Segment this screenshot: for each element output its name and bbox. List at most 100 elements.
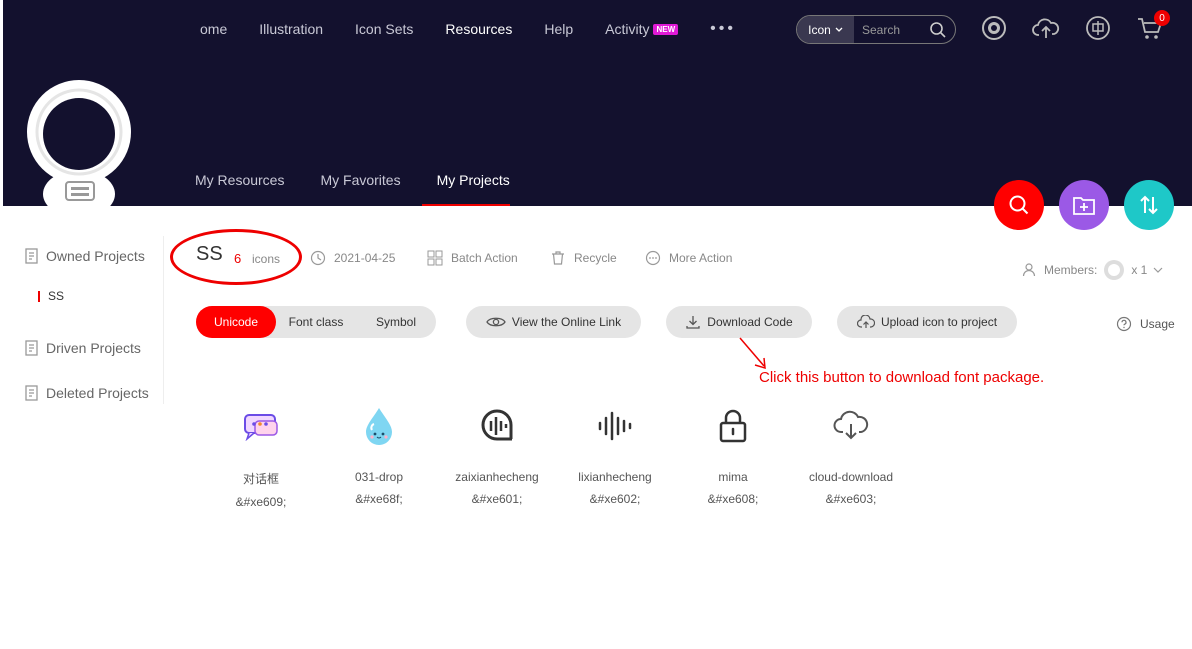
recycle-button[interactable]: Recycle xyxy=(550,250,617,266)
upload-icon-label: Upload icon to project xyxy=(880,315,998,329)
icon-code: &#xe609; xyxy=(235,495,287,509)
search-type-select[interactable]: Icon xyxy=(797,16,854,43)
icon-name: 031-drop xyxy=(354,470,404,484)
sidebar-item-deleted[interactable]: Deleted Projects xyxy=(24,385,149,401)
new-folder-fab-button[interactable] xyxy=(1059,180,1109,230)
nav-illustration[interactable]: Illustration xyxy=(259,21,323,37)
nav-resources[interactable]: Resources xyxy=(445,21,512,37)
cart-count-badge: 0 xyxy=(1154,10,1170,26)
nav-activity[interactable]: Activity NEW xyxy=(605,21,679,37)
members-control[interactable]: Members: x 1 xyxy=(1022,259,1163,281)
icon-count-label: icons xyxy=(252,252,281,266)
chat-bubble-icon xyxy=(202,400,320,452)
document-icon xyxy=(25,248,38,264)
search-input[interactable]: Search xyxy=(854,23,929,37)
project-date-value: 2021-04-25 xyxy=(334,251,396,265)
batch-action-label: Batch Action xyxy=(451,251,518,265)
sidebar-item-owned[interactable]: Owned Projects xyxy=(24,248,145,264)
icon-card[interactable]: lixianhecheng &#xe602; xyxy=(556,400,674,506)
project-title: SS xyxy=(196,243,223,265)
icon-card[interactable]: mima &#xe608; xyxy=(674,400,792,506)
nav-activity-label: Activity xyxy=(605,21,650,37)
search-fab-button[interactable] xyxy=(994,180,1044,230)
icon-card[interactable]: 对话框 &#xe609; xyxy=(202,400,320,509)
icon-code: &#xe68f; xyxy=(355,492,403,506)
chevron-down-icon xyxy=(1153,267,1163,273)
question-circle-icon xyxy=(1116,316,1132,332)
view-online-link-label: View the Online Link xyxy=(511,315,622,329)
tab-my-favorites[interactable]: My Favorites xyxy=(320,172,400,188)
document-icon xyxy=(25,385,38,401)
annotation-arrow xyxy=(739,337,766,370)
profile-tabs: My Resources My Favorites My Projects xyxy=(195,172,510,188)
sidebar-item-label: Deleted Projects xyxy=(46,385,149,401)
clock-icon xyxy=(310,250,326,266)
download-icon xyxy=(686,316,700,329)
icon-name: mima xyxy=(718,470,748,484)
grid-icon xyxy=(427,250,443,266)
recycle-label: Recycle xyxy=(574,251,617,265)
left-edge xyxy=(0,0,3,649)
more-circle-icon xyxy=(645,250,661,266)
project-date: 2021-04-25 xyxy=(310,250,395,266)
sidebar-project-label: SS xyxy=(48,289,65,303)
more-action-button[interactable]: More Action xyxy=(645,250,732,266)
upload-icon-button[interactable]: Upload icon to project xyxy=(837,306,1017,338)
header-actions: 0 xyxy=(980,10,1170,42)
sidebar-item-label: Owned Projects xyxy=(46,248,145,264)
nav-icon-sets[interactable]: Icon Sets xyxy=(355,21,413,37)
search-icon[interactable] xyxy=(929,21,947,39)
icon-card[interactable]: 031-drop &#xe68f; xyxy=(320,400,438,506)
icon-code: &#xe602; xyxy=(589,492,641,506)
tab-my-projects[interactable]: My Projects xyxy=(437,172,510,188)
icon-card[interactable]: cloud-download &#xe603; xyxy=(792,400,910,506)
audio-wave-icon xyxy=(556,400,674,452)
new-badge: NEW xyxy=(653,23,679,35)
trash-icon xyxy=(552,251,564,265)
sidebar-item-driven[interactable]: Driven Projects xyxy=(24,340,141,356)
icon-code: &#xe603; xyxy=(825,492,877,506)
icon-name: zaixianhecheng xyxy=(455,470,539,484)
user-icon xyxy=(1022,263,1036,277)
user-avatar-icon[interactable] xyxy=(980,14,1008,42)
mode-unicode[interactable]: Unicode xyxy=(196,306,276,338)
sort-fab-button[interactable] xyxy=(1124,180,1174,230)
code-type-toggle: Unicode Font class Symbol xyxy=(196,306,436,338)
nav-help[interactable]: Help xyxy=(544,21,573,37)
active-indicator xyxy=(38,290,40,302)
search-type-label: Icon xyxy=(808,22,831,37)
upload-cloud-icon[interactable] xyxy=(1032,14,1060,42)
tab-my-resources[interactable]: My Resources xyxy=(195,172,284,188)
astronaut-avatar xyxy=(26,76,132,218)
more-action-label: More Action xyxy=(669,251,733,265)
usage-label: Usage xyxy=(1140,317,1175,331)
sort-arrows-icon xyxy=(1140,195,1158,215)
download-code-label: Download Code xyxy=(707,315,793,329)
icon-name: cloud-download xyxy=(808,470,894,484)
top-nav: ome Illustration Icon Sets Resources Hel… xyxy=(200,0,768,58)
members-count: x 1 xyxy=(1131,263,1148,277)
language-switch-icon[interactable] xyxy=(1084,14,1112,42)
member-avatar xyxy=(1104,260,1125,280)
more-nav-button[interactable]: ••• xyxy=(710,20,736,38)
annotation-text: Click this button to download font packa… xyxy=(759,369,1045,386)
usage-help-button[interactable]: Usage xyxy=(1116,316,1175,332)
search-box: Icon Search xyxy=(796,15,956,44)
cloud-download-icon xyxy=(792,400,910,452)
cart-icon[interactable]: 0 xyxy=(1136,10,1170,42)
folder-plus-icon xyxy=(1073,197,1095,215)
mode-symbol[interactable]: Symbol xyxy=(356,306,436,338)
sidebar-project-ss[interactable]: SS xyxy=(38,289,64,303)
view-online-link-button[interactable]: View the Online Link xyxy=(466,306,641,338)
eye-icon xyxy=(486,317,506,327)
batch-action-button[interactable]: Batch Action xyxy=(427,250,518,266)
icon-card[interactable]: zaixianhecheng &#xe601; xyxy=(438,400,556,506)
icon-code: &#xe601; xyxy=(471,492,523,506)
chevron-down-icon xyxy=(835,27,843,32)
search-icon xyxy=(1009,195,1029,215)
nav-home[interactable]: ome xyxy=(200,21,227,37)
icon-count: 6 xyxy=(234,251,242,266)
water-drop-icon xyxy=(320,400,438,452)
mode-font-class[interactable]: Font class xyxy=(276,306,356,338)
icon-name: 对话框 xyxy=(242,472,279,486)
